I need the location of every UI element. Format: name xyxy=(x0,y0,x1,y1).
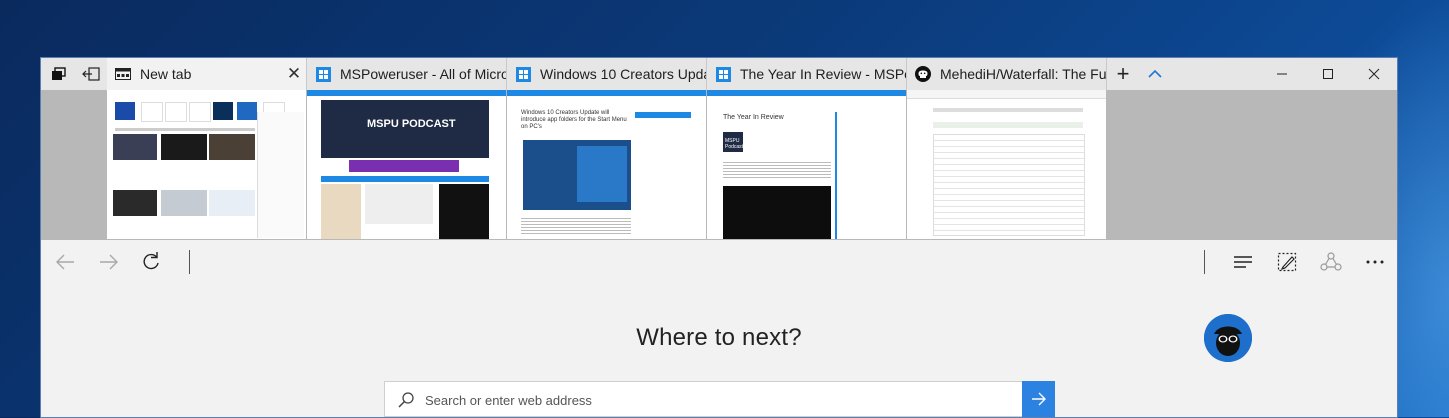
tab-preview-new-tab[interactable] xyxy=(107,90,306,239)
preview-heading: MSPU PODCAST xyxy=(367,118,456,130)
forward-button[interactable] xyxy=(89,240,129,284)
go-button[interactable] xyxy=(1022,381,1055,417)
user-avatar-icon[interactable] xyxy=(1204,314,1252,362)
toolbar-divider xyxy=(189,250,190,274)
preview-heading: The Year In Review xyxy=(723,114,784,121)
tab-title: Windows 10 Creators Upda xyxy=(540,66,706,82)
tab-preview-year-in-review[interactable]: The Year In Review MSPU Podcast xyxy=(707,90,906,239)
tab-year-in-review[interactable]: The Year In Review - MSPov xyxy=(707,58,907,90)
share-button[interactable] xyxy=(1311,240,1351,284)
address-search-input[interactable] xyxy=(423,382,1017,418)
tab-previews: MSPU PODCAST Windows 10 Creators Update … xyxy=(41,90,1397,240)
new-tab-page: Where to next? xyxy=(41,284,1397,418)
refresh-button[interactable] xyxy=(131,240,171,284)
tab-new-tab[interactable]: New tab ✕ xyxy=(107,58,307,90)
hub-icon xyxy=(1234,256,1252,268)
tab-creators-update[interactable]: Windows 10 Creators Upda xyxy=(507,58,707,90)
tab-preview-mspoweruser[interactable]: MSPU PODCAST xyxy=(307,90,506,239)
github-icon xyxy=(915,66,931,82)
tab-mspoweruser[interactable]: MSPoweruser - All of Micro xyxy=(307,58,507,90)
tab-bar: New tab ✕ MSPoweruser - All of Micro Win… xyxy=(41,58,1397,90)
tab-title: MehediH/Waterfall: The Fut xyxy=(940,66,1106,82)
new-tab-button[interactable]: + xyxy=(1107,58,1139,90)
back-arrow-icon xyxy=(56,254,74,270)
set-aside-tabs-icon xyxy=(82,67,100,81)
address-search-box xyxy=(384,381,1055,418)
go-arrow-icon xyxy=(1031,392,1046,406)
hide-previews-button[interactable] xyxy=(1139,58,1171,90)
back-button[interactable] xyxy=(45,240,85,284)
forward-arrow-icon xyxy=(100,254,118,270)
windows-logo-icon xyxy=(715,66,731,82)
tab-preview-creators-update[interactable]: Windows 10 Creators Update will introduc… xyxy=(507,90,706,239)
web-note-button[interactable] xyxy=(1267,240,1307,284)
toolbar-divider xyxy=(1204,250,1205,274)
more-icon xyxy=(1366,260,1384,264)
tab-preview-waterfall-github[interactable] xyxy=(907,90,1106,239)
maximize-icon xyxy=(1323,69,1333,79)
web-note-icon xyxy=(1277,252,1297,272)
maximize-button[interactable] xyxy=(1305,58,1351,90)
more-button[interactable] xyxy=(1355,240,1395,284)
chevron-up-icon xyxy=(1148,69,1162,78)
tabs-aside-button[interactable] xyxy=(43,58,75,90)
refresh-icon xyxy=(143,252,159,270)
tab-waterfall-github[interactable]: MehediH/Waterfall: The Fut xyxy=(907,58,1107,90)
new-tab-icon xyxy=(115,66,131,82)
tab-title: The Year In Review - MSPov xyxy=(740,66,906,82)
windows-logo-icon xyxy=(315,66,331,82)
tab-title: MSPoweruser - All of Micro xyxy=(340,66,506,82)
tab-title: New tab xyxy=(140,66,192,82)
share-icon xyxy=(1320,252,1342,271)
tabs-aside-icon xyxy=(52,67,66,80)
search-icon xyxy=(398,392,414,408)
hub-button[interactable] xyxy=(1223,240,1263,284)
page-headline: Where to next? xyxy=(636,324,802,351)
navigation-bar xyxy=(41,240,1397,284)
close-icon xyxy=(1368,68,1380,80)
windows-logo-icon xyxy=(515,66,531,82)
close-tab-icon[interactable]: ✕ xyxy=(282,64,306,84)
preview-brand: MSPU Podcast xyxy=(725,138,744,150)
minimize-button[interactable] xyxy=(1259,58,1305,90)
browser-window: New tab ✕ MSPoweruser - All of Micro Win… xyxy=(41,58,1397,418)
preview-heading: Windows 10 Creators Update will introduc… xyxy=(521,110,627,130)
set-aside-tabs-button[interactable] xyxy=(75,58,107,90)
minimize-icon xyxy=(1277,73,1287,75)
close-window-button[interactable] xyxy=(1351,58,1397,90)
